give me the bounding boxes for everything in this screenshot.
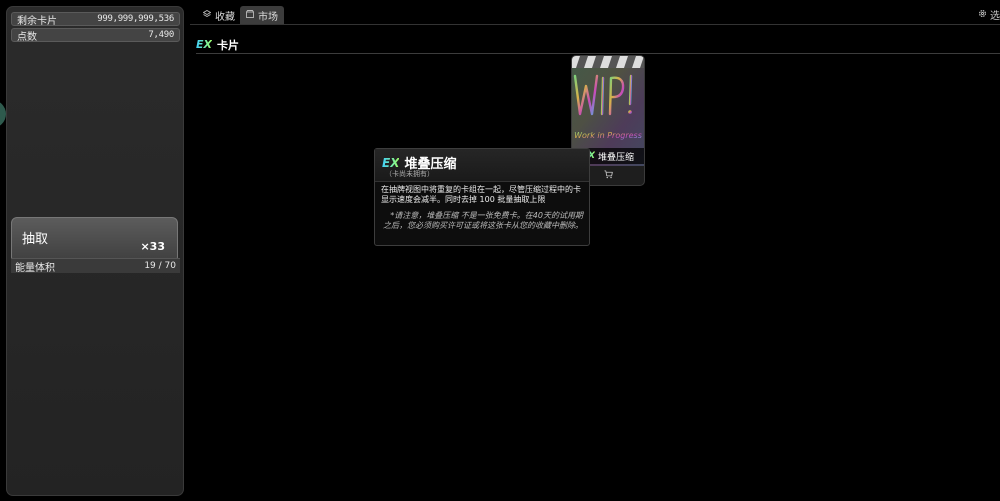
cart-icon bbox=[603, 169, 613, 182]
energy-label: 能量体积 bbox=[15, 262, 55, 274]
section-title: 卡片 bbox=[217, 38, 239, 52]
points-row: 点数 7,490 bbox=[11, 28, 180, 43]
card-tooltip: EX 堆叠压缩 （卡尚未拥有） 在抽牌视图中将重复的卡组在一起，尽管压缩过程中的… bbox=[374, 148, 590, 246]
sidebar: 剩余卡片 999,999,999,536 点数 7,490 抽取 ×33 能量体… bbox=[6, 6, 184, 496]
tooltip-note: *请注意，堆叠压缩 不是一张免费卡。在40天的试用期之后，您必须购买许可证或将这… bbox=[383, 211, 583, 230]
tooltip-description: 在抽牌视图中将重复的卡组在一起，尽管压缩过程中的卡显示速度会减半。同时去掉 10… bbox=[381, 185, 581, 204]
top-bar: 收藏 市场 选 bbox=[190, 4, 1000, 25]
points-label: 点数 bbox=[17, 31, 37, 43]
tooltip-header: EX 堆叠压缩 （卡尚未拥有） bbox=[375, 149, 589, 182]
remaining-cards-value: 999,999,999,536 bbox=[97, 14, 174, 24]
energy-row: 能量体积 19 / 70 bbox=[11, 258, 180, 274]
section-header: EX 卡片 bbox=[196, 36, 1000, 54]
tooltip-subtitle: （卡尚未拥有） bbox=[385, 170, 434, 178]
tab-market-label: 市场 bbox=[258, 11, 278, 23]
energy-value: 19 / 70 bbox=[144, 261, 176, 271]
tab-collection[interactable]: 收藏 bbox=[197, 6, 241, 24]
ex-badge: EX bbox=[196, 38, 212, 51]
tab-collection-label: 收藏 bbox=[215, 11, 235, 23]
ex-badge: EX bbox=[382, 155, 400, 170]
settings-button[interactable]: 选 bbox=[978, 7, 1000, 22]
draw-multiplier: ×33 bbox=[140, 240, 165, 253]
tab-market[interactable]: 市场 bbox=[240, 6, 284, 24]
draw-label: 抽取 bbox=[22, 232, 49, 247]
points-value: 7,490 bbox=[148, 30, 174, 40]
remaining-cards-row: 剩余卡片 999,999,999,536 bbox=[11, 12, 180, 27]
remaining-cards-label: 剩余卡片 bbox=[17, 15, 57, 27]
settings-label: 选 bbox=[990, 11, 1000, 22]
shop-icon bbox=[246, 10, 254, 20]
gear-icon bbox=[978, 9, 987, 21]
layers-icon bbox=[202, 9, 212, 20]
card-name: 堆叠压缩 bbox=[598, 152, 635, 163]
draw-button[interactable]: 抽取 ×33 bbox=[11, 217, 178, 263]
svg-text:Work in Progress: Work in Progress bbox=[574, 131, 642, 140]
